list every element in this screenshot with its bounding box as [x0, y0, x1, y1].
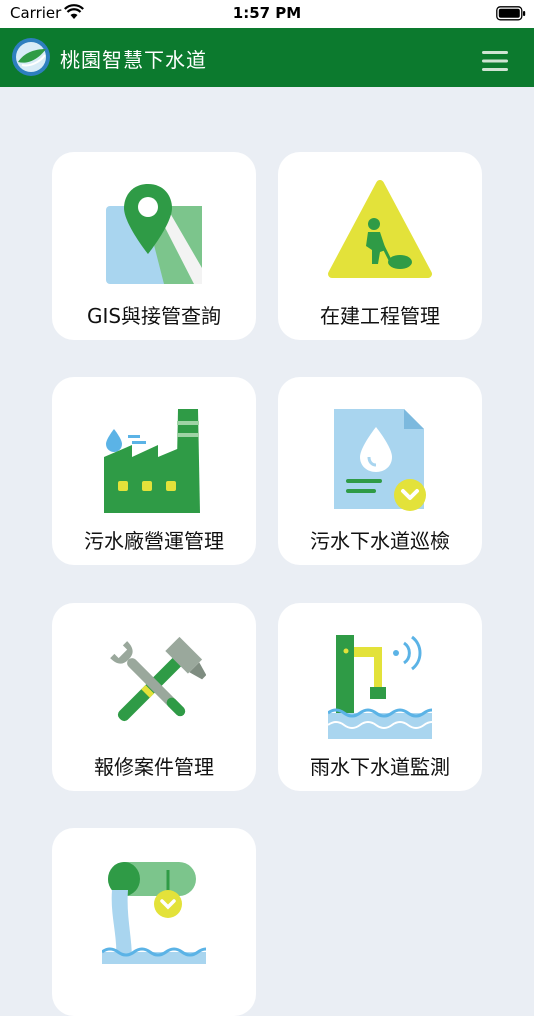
hamburger-menu-icon[interactable] [482, 50, 508, 72]
tile-pipe-outflow[interactable] [52, 828, 256, 1016]
tile-label: 污水下水道巡檢 [310, 529, 450, 553]
tile-label: GIS與接管查詢 [86, 304, 222, 328]
water-level-sensor-icon [328, 635, 432, 739]
tile-construction-management[interactable]: 在建工程管理 [278, 152, 482, 340]
status-bar: Carrier 1:57 PM [0, 0, 534, 28]
document-water-drop-icon [334, 409, 426, 511]
battery-icon [496, 6, 526, 21]
tile-repair-case-management[interactable]: 報修案件管理 [52, 603, 256, 791]
tile-gis-query[interactable]: GIS與接管查詢 [52, 152, 256, 340]
page-title: 桃園智慧下水道 [60, 48, 207, 72]
pipe-outflow-icon [102, 862, 206, 964]
app-logo-icon [12, 38, 50, 76]
factory-icon [104, 409, 200, 513]
tile-label: 雨水下水道監測 [310, 755, 450, 779]
tile-label: 在建工程管理 [320, 304, 440, 328]
tile-label: 污水廠營運管理 [84, 529, 224, 553]
tile-sewage-plant-operation[interactable]: 污水廠營運管理 [52, 377, 256, 565]
map-pin-icon [106, 184, 202, 284]
construction-sign-icon [328, 180, 432, 278]
status-time: 1:57 PM [232, 4, 302, 22]
wrench-hammer-icon [110, 636, 206, 722]
app-header: 桃園智慧下水道 [0, 28, 534, 87]
tile-label: 報修案件管理 [94, 755, 214, 779]
tile-rain-sewer-monitoring[interactable]: 雨水下水道監測 [278, 603, 482, 791]
tile-sewer-inspection[interactable]: 污水下水道巡檢 [278, 377, 482, 565]
